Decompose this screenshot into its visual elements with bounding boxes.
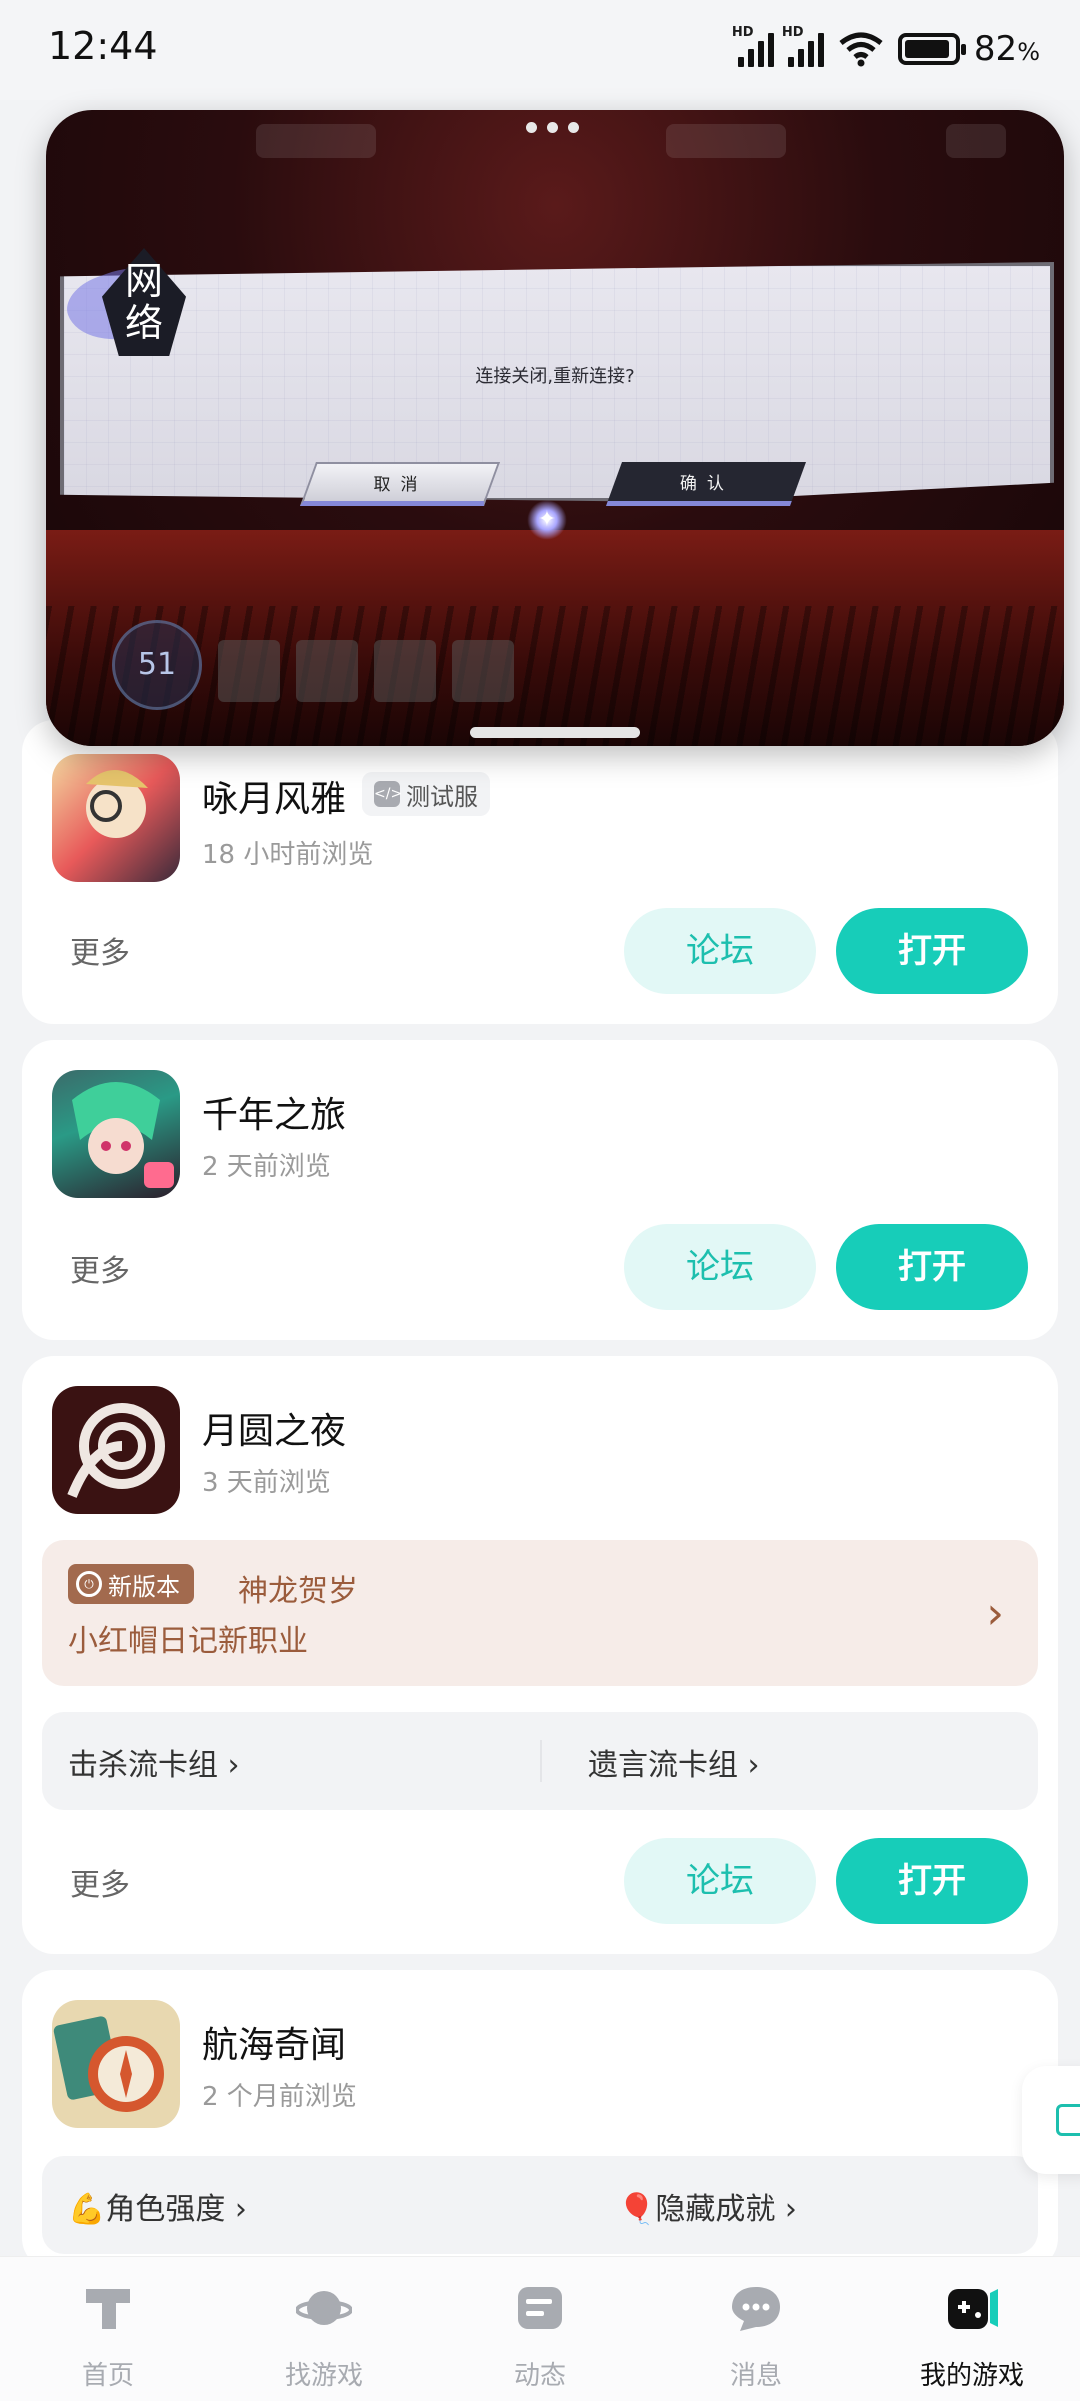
divider	[540, 1740, 542, 1782]
feed-icon	[518, 2287, 562, 2329]
forum-button[interactable]: 论坛	[624, 1224, 816, 1310]
game-title[interactable]: 航海奇闻	[202, 2016, 346, 2068]
news-body: 小红帽日记新职业	[68, 1624, 308, 1659]
last-viewed: 18 小时前浏览	[202, 840, 374, 870]
hud-avatar	[374, 640, 436, 702]
battery-percent: 82%	[973, 29, 1040, 69]
game-card-4[interactable]: 航海奇闻 2 个月前浏览 💪角色强度 › 🎈隐藏成就 ›	[22, 1970, 1058, 2270]
game-card-2[interactable]: 千年之旅 2 天前浏览 更多 论坛 打开	[22, 1040, 1058, 1340]
cancel-button[interactable]: 取消	[299, 462, 501, 506]
test-server-badge: </> 测试服	[362, 772, 490, 816]
game-icon-yongyue[interactable]	[52, 754, 180, 882]
hud-avatar	[296, 640, 358, 702]
status-icons: HD HD 82%	[732, 25, 1040, 72]
open-button[interactable]: 打开	[836, 908, 1028, 994]
download-float-button[interactable]	[1022, 2066, 1080, 2174]
tab-find-games[interactable]: 找游戏	[216, 2257, 432, 2401]
new-version-badge: ⏻ 新版本	[68, 1564, 194, 1604]
chat-icon	[732, 2287, 780, 2331]
link-kill-deck[interactable]: 击杀流卡组 ›	[68, 1740, 240, 1784]
game-floating-window[interactable]: 网络 连接关闭,重新连接? 取消 确认 ✦ 51	[46, 110, 1064, 746]
more-button[interactable]: 更多	[70, 928, 130, 972]
forum-button[interactable]: 论坛	[624, 908, 816, 994]
open-button[interactable]: 打开	[836, 1224, 1028, 1310]
dialog-tag: 网络	[124, 259, 163, 345]
sparkle-icon: ✦	[527, 500, 567, 540]
hud-level: 51	[112, 620, 202, 710]
chevron-right-icon: ›	[986, 1588, 1004, 1639]
more-button[interactable]: 更多	[70, 1860, 130, 1904]
signal-icon: HD	[732, 25, 774, 67]
link-character-strength[interactable]: 💪角色强度 ›	[68, 2184, 247, 2228]
download-icon	[1056, 2104, 1080, 2136]
link-hidden-achievements[interactable]: 🎈隐藏成就 ›	[618, 2184, 797, 2228]
window-drag-handle[interactable]	[470, 727, 640, 738]
home-icon	[86, 2289, 130, 2329]
game-title[interactable]: 月圆之夜	[202, 1402, 346, 1454]
tab-home[interactable]: 首页	[0, 2257, 216, 2401]
status-time: 12:44	[48, 24, 158, 68]
more-button[interactable]: 更多	[70, 1246, 130, 1290]
hud-bar	[256, 124, 376, 158]
confirm-button[interactable]: 确认	[605, 462, 807, 506]
link-legacy-deck[interactable]: 遗言流卡组 ›	[588, 1740, 760, 1784]
tab-feed[interactable]: 动态	[432, 2257, 648, 2401]
last-viewed: 3 天前浏览	[202, 1468, 331, 1498]
hud-bar	[946, 124, 1006, 158]
hud-bar	[666, 124, 786, 158]
dialog-message: 连接关闭,重新连接?	[475, 366, 635, 387]
wifi-icon	[839, 32, 883, 67]
forum-button[interactable]: 论坛	[624, 1838, 816, 1924]
window-menu-icon[interactable]	[526, 122, 579, 133]
news-headline: 神龙贺岁	[238, 1574, 358, 1609]
game-title[interactable]: 咏月风雅	[202, 770, 346, 822]
gamepad-icon	[948, 2289, 998, 2329]
last-viewed: 2 个月前浏览	[202, 2082, 357, 2112]
open-button[interactable]: 打开	[836, 1838, 1028, 1924]
bottom-nav: 首页 找游戏 动态 消息 我的游戏	[0, 2256, 1080, 2401]
quick-links: 💪角色强度 › 🎈隐藏成就 ›	[42, 2156, 1038, 2254]
hud-avatar	[218, 640, 280, 702]
power-icon: ⏻	[76, 1571, 102, 1597]
tab-my-games[interactable]: 我的游戏	[864, 2257, 1080, 2401]
tab-messages[interactable]: 消息	[648, 2257, 864, 2401]
signal-icon-2: HD	[782, 25, 824, 67]
planet-icon	[296, 2291, 352, 2325]
game-title[interactable]: 千年之旅	[202, 1086, 346, 1138]
game-card-1[interactable]: 咏月风雅 </> 测试服 18 小时前浏览 更多 论坛 打开	[22, 720, 1058, 1024]
game-icon-hanghai[interactable]	[52, 2000, 180, 2128]
quick-links: 击杀流卡组 › 遗言流卡组 ›	[42, 1712, 1038, 1810]
game-icon-yueyuan[interactable]	[52, 1386, 180, 1514]
status-bar: 12:44 HD HD 82%	[0, 0, 1080, 100]
game-icon-qiannian[interactable]	[52, 1070, 180, 1198]
battery-icon	[897, 33, 966, 65]
news-banner[interactable]: ⏻ 新版本 神龙贺岁 小红帽日记新职业 ›	[42, 1540, 1038, 1686]
game-card-3[interactable]: 月圆之夜 3 天前浏览 ⏻ 新版本 神龙贺岁 小红帽日记新职业 › 击杀流卡组 ›…	[22, 1356, 1058, 1954]
code-icon: </>	[374, 781, 402, 807]
hud-avatar	[452, 640, 514, 702]
last-viewed: 2 天前浏览	[202, 1152, 331, 1182]
